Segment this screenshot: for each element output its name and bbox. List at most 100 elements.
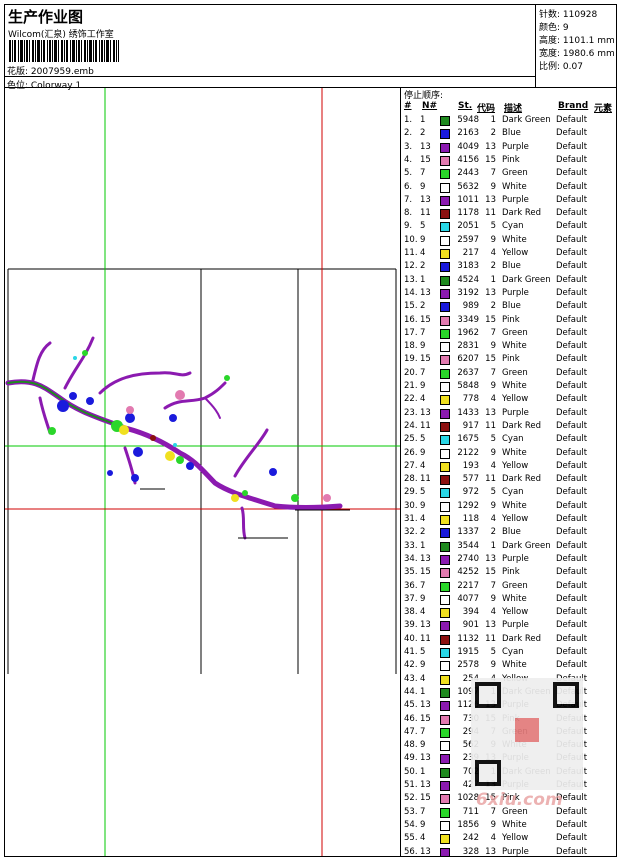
stop-sequence-row: 28. 11 577 11 Dark Red Default bbox=[402, 474, 617, 487]
row-index: 52. bbox=[404, 793, 418, 804]
row-needle: 13 bbox=[420, 700, 431, 711]
row-needle: 13 bbox=[420, 846, 431, 857]
row-needle: 4 bbox=[420, 460, 426, 471]
row-code: 15 bbox=[485, 154, 496, 165]
row-brand: Default bbox=[556, 381, 588, 391]
color-swatch bbox=[440, 142, 450, 153]
stop-sequence-row: 2. 2 2163 2 Blue Default bbox=[402, 128, 617, 141]
row-code: 9 bbox=[490, 447, 496, 458]
row-code: 5 bbox=[490, 434, 496, 445]
row-code: 5 bbox=[490, 487, 496, 498]
row-brand: Default bbox=[556, 327, 588, 338]
stop-sequence-row: 55. 4 242 4 Yellow Default bbox=[402, 833, 617, 846]
color-swatch bbox=[440, 515, 450, 525]
color-swatch bbox=[440, 541, 450, 552]
row-index: 1. bbox=[404, 115, 413, 125]
stop-sequence-row: 17. 7 1962 7 Green Default bbox=[402, 328, 617, 341]
color-swatch bbox=[440, 342, 450, 353]
row-needle: 4 bbox=[420, 394, 426, 405]
row-code: 9 bbox=[490, 593, 496, 604]
stop-sequence-row: 41. 5 1915 5 Cyan Default bbox=[402, 647, 617, 660]
stop-sequence-row: 3. 13 4049 13 Purple Default bbox=[402, 142, 617, 155]
color-swatch bbox=[440, 355, 450, 366]
row-code: 7 bbox=[490, 168, 496, 179]
row-brand: Default bbox=[556, 607, 588, 618]
color-swatch bbox=[440, 222, 450, 233]
row-brand: Default bbox=[556, 394, 588, 405]
stats-panel: 针数: 110928 颜色: 9 高度: 1101.1 mm 宽度: 1980.… bbox=[536, 4, 617, 88]
divider bbox=[4, 76, 536, 77]
row-description: Green bbox=[502, 327, 528, 338]
row-brand: Default bbox=[556, 154, 588, 165]
row-needle: 15 bbox=[420, 154, 431, 165]
row-needle: 5 bbox=[420, 647, 426, 657]
color-swatch bbox=[440, 608, 450, 619]
row-needle: 11 bbox=[420, 208, 431, 219]
row-brand: Default bbox=[556, 660, 588, 671]
row-index: 12. bbox=[404, 261, 418, 272]
row-needle: 11 bbox=[420, 474, 431, 485]
stop-sequence-row: 19. 15 6207 15 Pink Default bbox=[402, 354, 617, 367]
row-index: 16. bbox=[404, 314, 418, 325]
row-description: White bbox=[502, 660, 527, 671]
row-code: 4 bbox=[490, 514, 496, 524]
row-code: 4 bbox=[490, 833, 496, 844]
row-brand: Default bbox=[556, 447, 588, 458]
row-code: 15 bbox=[485, 354, 496, 365]
row-index: 37. bbox=[404, 593, 418, 604]
stop-sequence-row: 9. 5 2051 5 Cyan Default bbox=[402, 221, 617, 234]
row-description: Pink bbox=[502, 567, 520, 578]
row-index: 19. bbox=[404, 354, 418, 365]
color-swatch bbox=[440, 634, 450, 645]
row-index: 22. bbox=[404, 394, 418, 405]
stop-sequence-row: 4. 15 4156 15 Pink Default bbox=[402, 155, 617, 168]
row-index: 28. bbox=[404, 474, 418, 485]
row-code: 9 bbox=[490, 660, 496, 671]
stop-sequence-row: 13. 1 4524 1 Dark Green Default bbox=[402, 275, 617, 288]
row-needle: 13 bbox=[420, 141, 431, 152]
row-needle: 4 bbox=[420, 248, 426, 258]
row-index: 20. bbox=[404, 367, 418, 378]
row-index: 4. bbox=[404, 154, 413, 165]
row-needle: 15 bbox=[420, 354, 431, 365]
row-brand: Default bbox=[556, 527, 588, 538]
row-description: White bbox=[502, 447, 527, 458]
row-index: 9. bbox=[404, 221, 413, 232]
row-index: 5. bbox=[404, 168, 413, 179]
color-swatch bbox=[440, 435, 450, 446]
row-description: Cyan bbox=[502, 434, 524, 445]
stop-sequence-row: 16. 15 3349 15 Pink Default bbox=[402, 315, 617, 328]
row-needle: 2 bbox=[420, 527, 426, 538]
row-code: 7 bbox=[490, 327, 496, 338]
row-description: Blue bbox=[502, 527, 521, 538]
color-swatch bbox=[440, 834, 450, 845]
site-watermark: 6xiu.com bbox=[476, 790, 563, 810]
row-description: Dark Green bbox=[502, 115, 551, 125]
row-needle: 9 bbox=[420, 660, 426, 671]
row-code: 5 bbox=[490, 647, 496, 657]
row-brand: Default bbox=[556, 341, 588, 352]
row-brand: Default bbox=[556, 620, 588, 631]
row-index: 47. bbox=[404, 726, 418, 737]
color-swatch bbox=[440, 661, 450, 672]
row-code: 13 bbox=[485, 407, 496, 418]
row-needle: 4 bbox=[420, 514, 426, 524]
row-needle: 7 bbox=[420, 806, 426, 817]
row-code: 15 bbox=[485, 567, 496, 578]
stop-sequence-row: 12. 2 3183 2 Blue Default bbox=[402, 261, 617, 274]
col-header-element: 元素 bbox=[594, 104, 613, 114]
row-code: 1 bbox=[490, 540, 496, 551]
stop-sequence-row: 54. 9 1856 9 White Default bbox=[402, 820, 617, 833]
row-needle: 5 bbox=[420, 487, 426, 498]
stop-sequence-row: 22. 4 778 4 Yellow Default bbox=[402, 394, 617, 407]
row-needle: 11 bbox=[420, 633, 431, 644]
row-description: White bbox=[502, 500, 527, 511]
color-swatch bbox=[440, 621, 450, 632]
color-swatch bbox=[440, 288, 450, 299]
row-index: 35. bbox=[404, 567, 418, 578]
row-code: 13 bbox=[485, 141, 496, 152]
row-index: 45. bbox=[404, 700, 418, 711]
color-swatch bbox=[440, 169, 450, 180]
row-description: Purple bbox=[502, 553, 529, 564]
row-needle: 9 bbox=[420, 819, 426, 830]
